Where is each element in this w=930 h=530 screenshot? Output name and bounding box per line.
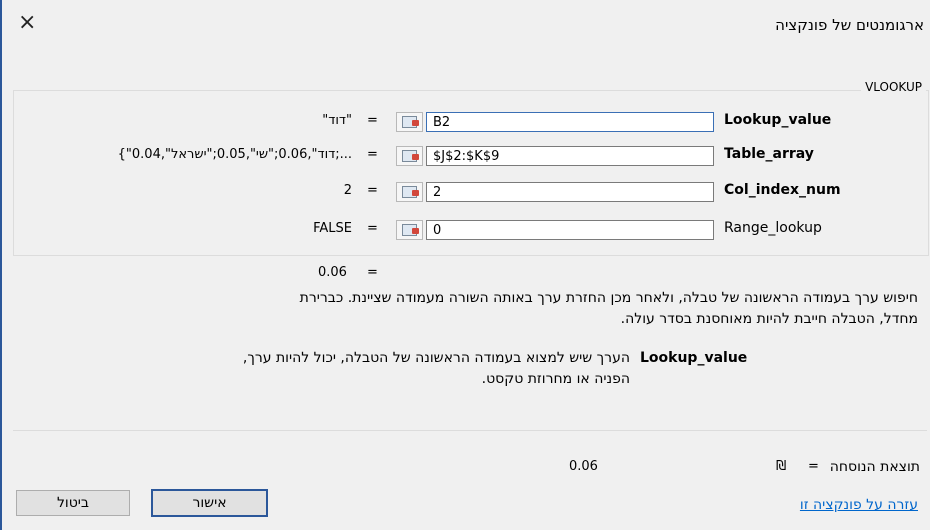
formula-result-label: תוצאת הנוסחה [829,459,920,475]
col-index-input[interactable] [426,182,714,202]
help-link[interactable]: עזרה על פונקציה זו [800,497,918,513]
close-icon[interactable]: × [18,12,36,34]
function-description-line2: מחדל, הטבלה חייבת להיות מאוחסנת בסדר עול… [620,311,918,327]
cell-reference-icon [402,150,419,162]
cell-reference-icon [402,186,419,198]
function-name: VLOOKUP [861,80,926,94]
table-array-evaluated: {"דוד",0.06;"שי",0.05;"ישראל",0.04;... [117,147,352,162]
formula-result-value: 0.06 [569,459,598,474]
divider [13,430,927,431]
function-result-value: 0.06 [318,265,347,280]
col-index-evaluated: 2 [343,183,352,198]
dialog-title: ארגומנטים של פונקציה [775,16,924,34]
arg-help-name: Lookup_value [640,350,748,366]
lookup-value-label: Lookup_value [724,112,832,128]
lookup-value-input[interactable] [426,112,714,132]
table-array-equals: = [367,147,378,162]
function-description-line1: חיפוש ערך בעמודה הראשונה של טבלה, ולאחר … [299,290,918,306]
col-index-label: Col_index_num [724,182,841,198]
lookup-value-evaluated: "דוד" [322,113,352,128]
function-result-equals: = [367,265,378,280]
table-array-input[interactable] [426,146,714,166]
formula-result-currency: ₪ [776,459,787,474]
ok-button[interactable]: אישור [151,489,268,517]
range-lookup-input[interactable] [426,220,714,240]
cell-reference-icon [402,224,419,236]
range-lookup-ref-button[interactable] [396,220,423,240]
table-array-label: Table_array [724,146,814,162]
arg-help-line1: הערך שיש למצוא בעמודה הראשונה של הטבלה, … [242,350,630,366]
col-index-ref-button[interactable] [396,182,423,202]
table-array-ref-button[interactable] [396,146,423,166]
lookup-value-equals: = [367,113,378,128]
cancel-button[interactable]: ביטול [16,490,130,516]
formula-result-equals: = [808,459,819,474]
range-lookup-label: Range_lookup [724,220,822,236]
arg-help-line2: הפניה או מחרוזת טקסט. [481,371,630,387]
range-lookup-equals: = [367,221,378,236]
range-lookup-evaluated: FALSE [313,221,352,236]
window-edge [0,0,2,530]
lookup-value-ref-button[interactable] [396,112,423,132]
col-index-equals: = [367,183,378,198]
cell-reference-icon [402,116,419,128]
